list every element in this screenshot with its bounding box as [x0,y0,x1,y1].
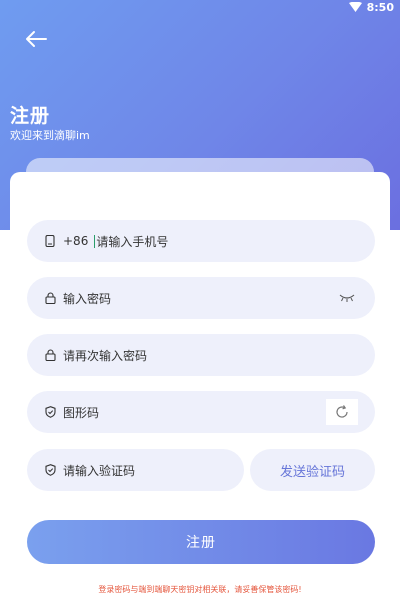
security-notice: 登录密码与端到端聊天密钥对相关联，请妥善保管该密码! [98,585,302,594]
sms-code-field[interactable]: 请输入验证码 [27,449,244,491]
register-button[interactable]: 注册 [27,520,375,564]
arrow-left-icon [26,31,47,47]
password-field[interactable]: 输入密码 [27,277,375,319]
sms-code-input[interactable]: 请输入验证码 [63,462,135,479]
captcha-input[interactable]: 图形码 [63,404,99,421]
country-code[interactable]: +86 [63,234,88,248]
text-cursor [94,234,96,248]
confirm-password-field[interactable]: 请再次输入密码 [27,334,375,376]
lock-icon [43,291,57,305]
phone-icon [43,234,57,248]
wifi-icon [348,1,362,12]
send-code-button[interactable]: 发送验证码 [250,449,375,491]
password-input[interactable]: 输入密码 [63,290,111,307]
back-button[interactable] [22,26,50,52]
status-time: 8:50 [366,0,394,14]
status-bar: 8:50 [348,0,394,14]
lock-icon [43,348,57,362]
confirm-password-input[interactable]: 请再次输入密码 [63,347,147,364]
page-title: 注册 [10,105,51,127]
phone-input[interactable]: 请输入手机号 [96,233,168,250]
page-subtitle: 欢迎来到滴聊im [10,129,90,142]
phone-field[interactable]: +86 请输入手机号 [27,220,375,262]
captcha-refresh-button[interactable] [326,399,358,425]
refresh-icon [336,405,348,418]
captcha-field[interactable]: 图形码 [27,391,375,433]
shield-icon [43,463,57,477]
password-visibility-toggle[interactable] [339,277,355,319]
shield-icon [43,405,57,419]
eye-closed-icon [339,294,355,302]
